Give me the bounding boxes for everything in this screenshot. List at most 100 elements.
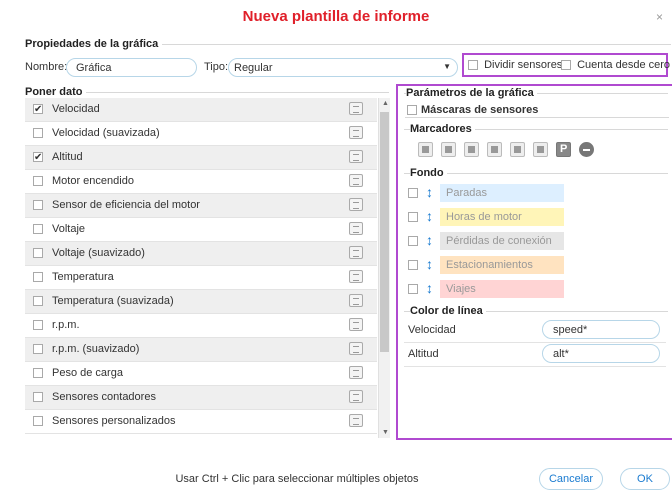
list-item[interactable]: Sensores personalizados bbox=[25, 410, 377, 434]
cancel-button[interactable]: Cancelar bbox=[539, 468, 603, 490]
list-item[interactable]: Sensor de eficiencia del motor bbox=[25, 194, 377, 218]
row-settings-icon[interactable] bbox=[349, 390, 363, 403]
row-label: Voltaje (suavizado) bbox=[52, 247, 145, 259]
row-settings-icon[interactable] bbox=[349, 198, 363, 211]
list-scrollbar[interactable]: ▲ ▼ bbox=[378, 98, 390, 438]
line-color-title: Color de línea bbox=[410, 305, 486, 317]
background-swatch[interactable]: Pérdidas de conexión bbox=[440, 232, 564, 250]
row-checkbox[interactable] bbox=[33, 272, 43, 282]
line-color-label-speed: Velocidad bbox=[408, 324, 456, 336]
split-sensors-option[interactable]: Dividir sensores bbox=[468, 59, 562, 71]
type-select[interactable]: Regular ▼ bbox=[228, 58, 458, 77]
row-checkbox[interactable]: ✔ bbox=[33, 104, 43, 115]
list-item[interactable]: r.p.m. bbox=[25, 314, 377, 338]
scroll-down-icon[interactable]: ▼ bbox=[382, 429, 389, 436]
background-swatch[interactable]: Estacionamientos bbox=[440, 256, 564, 274]
fuel-marker-icon[interactable] bbox=[418, 142, 433, 157]
row-checkbox[interactable] bbox=[33, 368, 43, 378]
background-checkbox[interactable] bbox=[408, 236, 418, 246]
row-settings-icon[interactable] bbox=[349, 366, 363, 379]
parking-marker-icon[interactable]: P bbox=[556, 142, 571, 157]
video-marker-icon[interactable] bbox=[533, 142, 548, 157]
row-label: r.p.m. bbox=[52, 319, 80, 331]
list-item[interactable]: Motor encendido bbox=[25, 170, 377, 194]
line-color-input-altitude[interactable]: alt* bbox=[542, 344, 660, 363]
stop-marker-icon[interactable] bbox=[579, 142, 594, 157]
row-settings-icon[interactable] bbox=[349, 126, 363, 139]
type-select-value: Regular bbox=[234, 62, 273, 74]
chart-params-title: Parámetros de la gráfica bbox=[406, 87, 537, 99]
count-from-zero-option[interactable]: Cuenta desde cero bbox=[561, 59, 670, 71]
row-settings-icon[interactable] bbox=[349, 246, 363, 259]
background-checkbox[interactable] bbox=[408, 212, 418, 222]
row-label: Velocidad bbox=[52, 103, 100, 115]
sensor-masks-row[interactable]: Máscaras de sensores bbox=[405, 104, 669, 118]
scrollbar-thumb[interactable] bbox=[380, 112, 389, 352]
type-label: Tipo: bbox=[204, 61, 229, 73]
line-color-separator bbox=[404, 366, 666, 367]
row-settings-icon[interactable] bbox=[349, 222, 363, 235]
camera-marker-icon[interactable] bbox=[464, 142, 479, 157]
row-label: Velocidad (suavizada) bbox=[52, 127, 160, 139]
row-settings-icon[interactable] bbox=[349, 294, 363, 307]
row-label: Temperatura (suavizada) bbox=[52, 295, 174, 307]
background-checkbox[interactable] bbox=[408, 188, 418, 198]
row-checkbox[interactable] bbox=[33, 296, 43, 306]
row-settings-icon[interactable] bbox=[349, 342, 363, 355]
row-settings-icon[interactable] bbox=[349, 318, 363, 331]
sensor-masks-checkbox[interactable] bbox=[407, 105, 417, 115]
row-label: Altitud bbox=[52, 151, 83, 163]
background-title: Fondo bbox=[410, 167, 447, 179]
resize-vertical-icon: ↕ bbox=[426, 232, 433, 248]
row-settings-icon[interactable] bbox=[349, 102, 363, 115]
row-settings-icon[interactable] bbox=[349, 414, 363, 427]
row-checkbox[interactable] bbox=[33, 176, 43, 186]
sensor-masks-label: Máscaras de sensores bbox=[421, 104, 539, 116]
row-checkbox[interactable]: ✔ bbox=[33, 152, 43, 163]
list-item[interactable]: Voltaje bbox=[25, 218, 377, 242]
split-sensors-label: Dividir sensores bbox=[484, 59, 563, 71]
list-item[interactable]: r.p.m. (suavizado) bbox=[25, 338, 377, 362]
list-item[interactable]: Peso de carga bbox=[25, 362, 377, 386]
background-swatch[interactable]: Viajes bbox=[440, 280, 564, 298]
row-checkbox[interactable] bbox=[33, 224, 43, 234]
background-checkbox[interactable] bbox=[408, 260, 418, 270]
background-swatch[interactable]: Horas de motor bbox=[440, 208, 564, 226]
resize-vertical-icon: ↕ bbox=[426, 208, 433, 224]
row-checkbox[interactable] bbox=[33, 200, 43, 210]
resize-vertical-icon: ↕ bbox=[426, 256, 433, 272]
row-checkbox[interactable] bbox=[33, 344, 43, 354]
row-label: Sensor de eficiencia del motor bbox=[52, 199, 200, 211]
row-checkbox[interactable] bbox=[33, 248, 43, 258]
row-checkbox[interactable] bbox=[33, 416, 43, 426]
list-item[interactable]: Velocidad (suavizada) bbox=[25, 122, 377, 146]
list-item[interactable]: Temperatura (suavizada) bbox=[25, 290, 377, 314]
count-from-zero-checkbox[interactable] bbox=[561, 60, 571, 71]
background-swatch[interactable]: Paradas bbox=[440, 184, 564, 202]
row-checkbox[interactable] bbox=[33, 392, 43, 402]
footer-hint: Usar Ctrl + Clic para seleccionar múltip… bbox=[175, 473, 419, 485]
background-checkbox[interactable] bbox=[408, 284, 418, 294]
flag-marker-icon[interactable] bbox=[487, 142, 502, 157]
list-item[interactable]: ✔ Altitud bbox=[25, 146, 377, 170]
scroll-up-icon[interactable]: ▲ bbox=[382, 100, 389, 107]
ok-button[interactable]: OK bbox=[620, 468, 670, 490]
name-input[interactable]: Gráfica bbox=[66, 58, 197, 77]
row-checkbox[interactable] bbox=[33, 320, 43, 330]
split-sensors-checkbox[interactable] bbox=[468, 60, 478, 71]
list-item[interactable]: Voltaje (suavizado) bbox=[25, 242, 377, 266]
list-item[interactable]: Sensores contadores bbox=[25, 386, 377, 410]
row-label: Sensores personalizados bbox=[52, 415, 176, 427]
list-item[interactable]: Temperatura bbox=[25, 266, 377, 290]
row-settings-icon[interactable] bbox=[349, 270, 363, 283]
row-checkbox[interactable] bbox=[33, 128, 43, 138]
row-settings-icon[interactable] bbox=[349, 174, 363, 187]
event-marker-icon[interactable] bbox=[441, 142, 456, 157]
line-color-input-speed[interactable]: speed* bbox=[542, 320, 660, 339]
list-item[interactable]: ✔ Velocidad bbox=[25, 98, 377, 122]
row-settings-icon[interactable] bbox=[349, 150, 363, 163]
row-label: Peso de carga bbox=[52, 367, 123, 379]
row-label: Temperatura bbox=[52, 271, 114, 283]
close-icon[interactable]: × bbox=[656, 11, 668, 23]
image-marker-icon[interactable] bbox=[510, 142, 525, 157]
